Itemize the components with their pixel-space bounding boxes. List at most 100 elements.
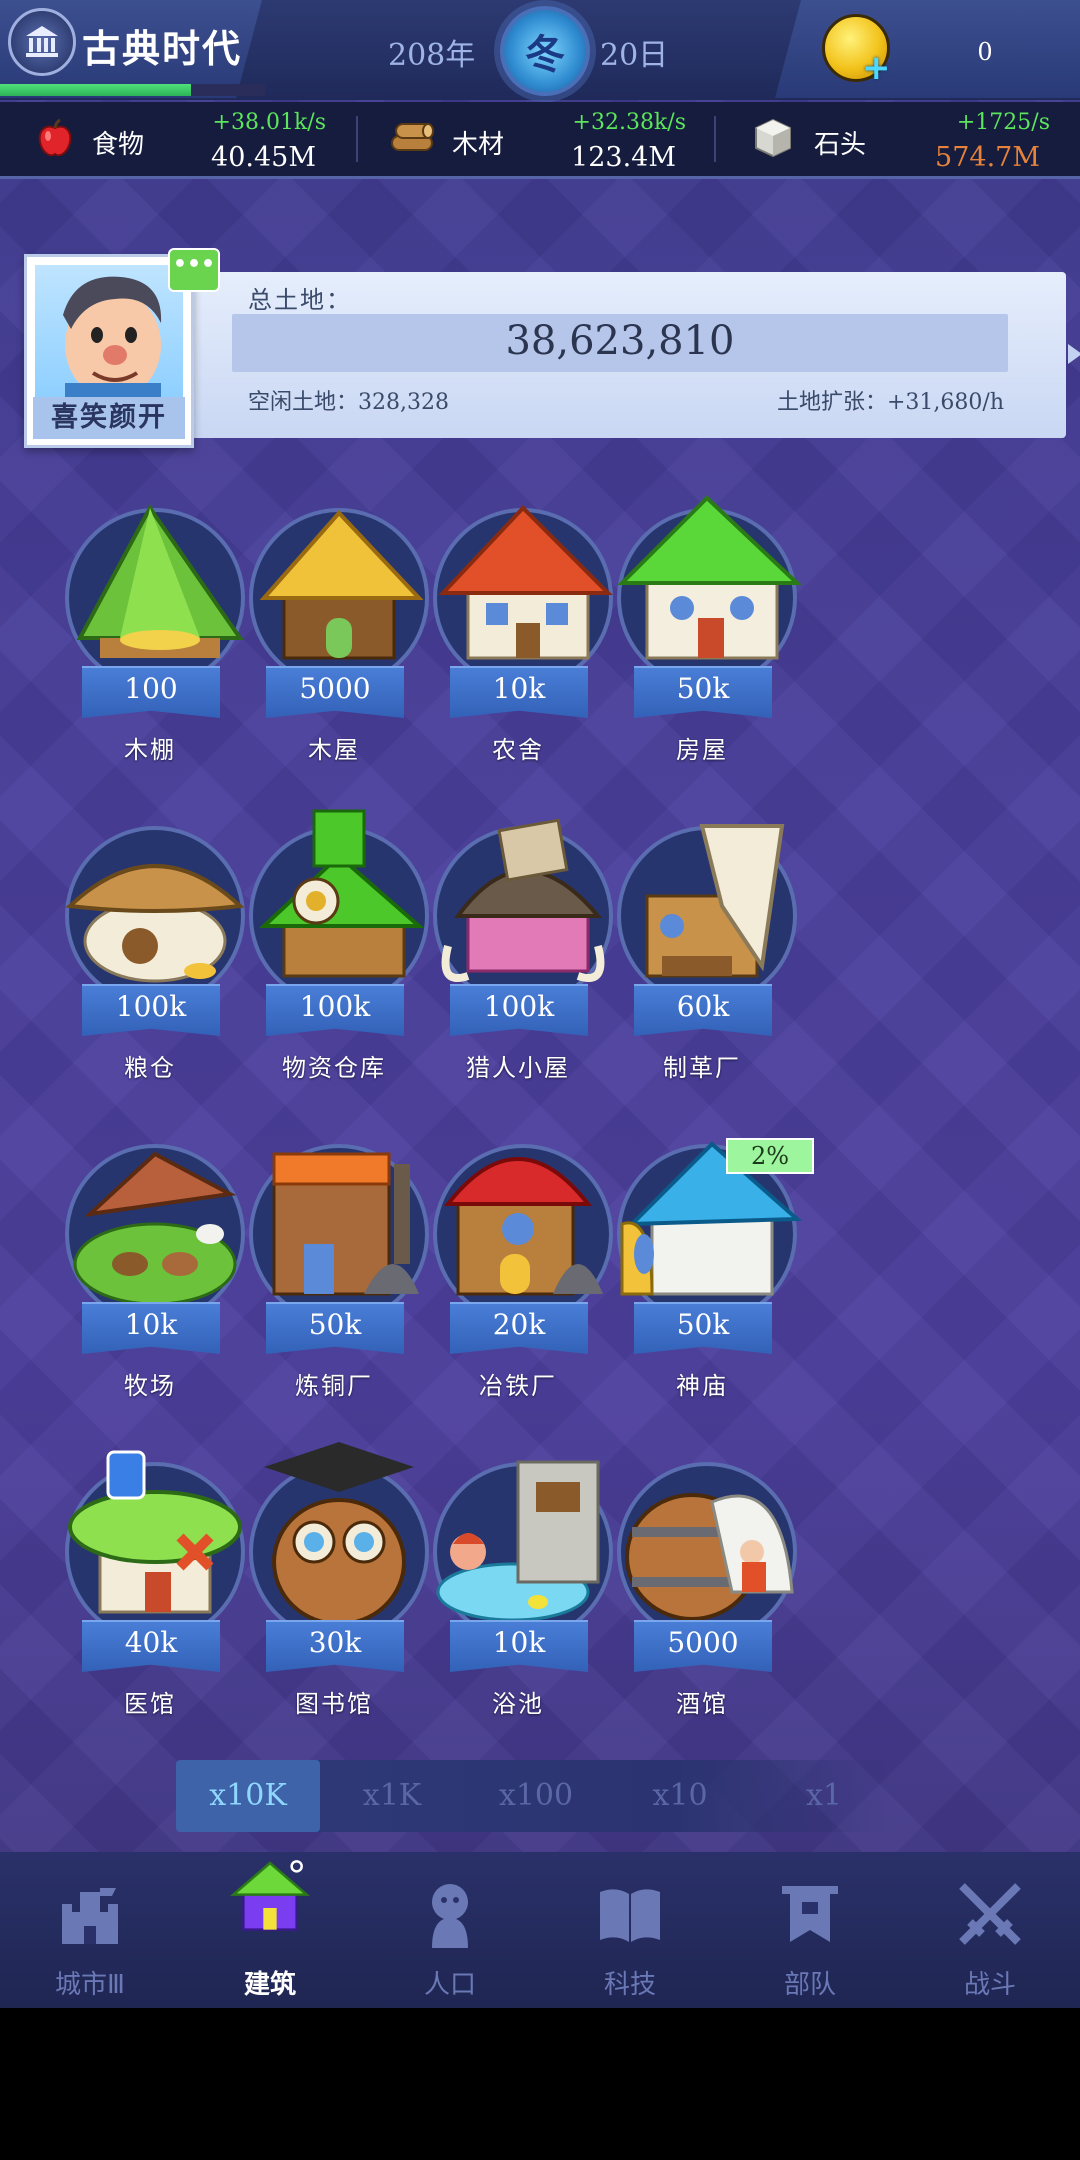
tavern-icon — [617, 1462, 797, 1642]
book-icon — [590, 1874, 670, 1954]
multiplier-option[interactable]: x10K — [176, 1760, 320, 1832]
person-icon — [410, 1874, 490, 1954]
building-cost-ribbon: 20k — [450, 1302, 588, 1354]
total-land-box: 38,623,810 — [232, 314, 1008, 372]
nav-tab-label: 战斗 — [963, 1970, 1016, 2000]
nav-tab[interactable]: 科技 — [540, 1852, 720, 2008]
year-label: 208年 — [388, 38, 476, 73]
crossed-swords-icon — [950, 1874, 1030, 1954]
nav-tab-label: 人口 — [423, 1970, 476, 2000]
food-rate: +38.01k/s — [212, 110, 326, 135]
era-progress-bar — [0, 84, 265, 96]
land-expansion-rate: 土地扩张：+31,680/h — [777, 390, 1004, 415]
chat-bubble-icon[interactable]: ••• — [168, 248, 220, 292]
building-house-icon — [230, 1858, 310, 1938]
nav-tab-label: 城市Ⅲ — [55, 1970, 125, 2000]
building-cost-ribbon: 10k — [450, 1620, 588, 1672]
ruler-portrait-icon — [35, 265, 183, 397]
total-land-label: 总土地： — [248, 286, 352, 314]
building-cost: 50k — [308, 1308, 362, 1341]
building-cost: 50k — [676, 1308, 730, 1341]
land-panel: 总土地： 38,623,810 空闲土地：328,328 土地扩张：+31,68… — [20, 248, 1080, 448]
building-name: 制革厂 — [663, 1054, 741, 1082]
building-cost: 30k — [308, 1626, 362, 1659]
tannery-icon — [617, 824, 797, 1006]
screen-bottom-bar — [0, 2008, 1080, 2160]
nav-tab[interactable]: 建筑 — [180, 1852, 360, 2008]
bottom-nav: 城市Ⅲ 建筑 人口 科技 部队 战斗 — [0, 1852, 1080, 2008]
stone-label: 石头 — [814, 130, 867, 160]
nav-tab-label: 科技 — [603, 1970, 656, 2000]
era-temple-icon[interactable] — [8, 8, 76, 76]
nav-tab[interactable]: 部队 — [720, 1852, 900, 2008]
building-card[interactable]: 5000 酒馆 — [582, 1442, 802, 1732]
building-name: 神庙 — [676, 1372, 728, 1400]
game-screen: 古典时代 208年 冬 20日 + 0 食物 +38.01k/s 40.45M — [0, 0, 1080, 2008]
wood-log-icon — [391, 123, 434, 151]
apple-icon — [38, 118, 72, 157]
building-cost: 100 — [124, 672, 178, 705]
multiplier-option[interactable]: x100 — [464, 1760, 608, 1832]
nav-tab[interactable]: 人口 — [360, 1852, 540, 2008]
building-cost: 5000 — [299, 672, 371, 705]
land-info-card: 总土地： 38,623,810 空闲土地：328,328 土地扩张：+31,68… — [170, 272, 1080, 438]
castle-icon — [50, 1874, 130, 1954]
ruler-mood-label: 喜笑颜开 — [33, 397, 185, 439]
resource-bar: 食物 +38.01k/s 40.45M 木材 +32.38k/s 123.4M … — [0, 102, 1080, 179]
building-cost-ribbon: 50k — [634, 666, 772, 718]
food-amount: 40.45M — [211, 142, 316, 173]
building-cost: 100k — [115, 990, 187, 1023]
stone-rate: +1725/s — [956, 110, 1050, 135]
era-progress-fill — [0, 84, 191, 96]
building-cost: 10k — [492, 1626, 546, 1659]
resource-divider — [714, 116, 716, 162]
building-cost-ribbon: 60k — [634, 984, 772, 1036]
season-badge[interactable]: 冬 — [500, 6, 590, 96]
multiplier-option[interactable]: x10 — [608, 1760, 752, 1832]
total-land-value: 38,623,810 — [505, 318, 735, 364]
resource-wood[interactable]: 木材 +32.38k/s 123.4M — [360, 102, 716, 176]
building-cost-ribbon: 10k — [450, 666, 588, 718]
building-cost-ribbon: 5000 — [266, 666, 404, 718]
building-cost: 5000 — [667, 1626, 739, 1659]
building-cost: 20k — [492, 1308, 546, 1341]
food-label: 食物 — [92, 130, 145, 160]
building-cost: 60k — [676, 990, 730, 1023]
coin-panel — [775, 0, 1080, 98]
building-card[interactable]: 60k 制革厂 — [582, 806, 802, 1096]
resource-stone[interactable]: 石头 +1725/s 574.7M — [718, 102, 1080, 176]
building-cost: 10k — [124, 1308, 178, 1341]
wood-rate: +32.38k/s — [572, 110, 686, 135]
building-cost-ribbon: 40k — [82, 1620, 220, 1672]
wood-amount: 123.4M — [571, 142, 676, 173]
building-cost-ribbon: 100k — [82, 984, 220, 1036]
building-name: 酒馆 — [676, 1690, 728, 1718]
building-cost-ribbon: 50k — [634, 1302, 772, 1354]
add-coins-icon[interactable]: + — [862, 48, 891, 88]
house-icon — [617, 495, 802, 688]
banner-icon — [770, 1874, 850, 1954]
free-land-value: 空闲土地：328,328 — [248, 390, 449, 415]
building-cost: 50k — [676, 672, 730, 705]
nav-tab[interactable]: 战斗 — [900, 1852, 1080, 2008]
building-cost: 40k — [124, 1626, 178, 1659]
building-cost-ribbon: 50k — [266, 1302, 404, 1354]
building-cost: 100k — [483, 990, 555, 1023]
multiplier-option[interactable]: x1K — [320, 1760, 464, 1832]
quantity-multiplier-bar: x10K x1K x100 x10 x1 — [176, 1760, 892, 1832]
nav-tab[interactable]: 城市Ⅲ — [0, 1852, 180, 2008]
building-card[interactable]: 50k 房屋 — [582, 488, 802, 778]
resource-divider — [356, 116, 358, 162]
resource-food[interactable]: 食物 +38.01k/s 40.45M — [0, 102, 356, 176]
building-cost: 10k — [492, 672, 546, 705]
stone-amount: 574.7M — [935, 142, 1040, 173]
top-bar: 古典时代 208年 冬 20日 + 0 — [0, 0, 1080, 100]
wood-label: 木材 — [452, 130, 505, 160]
nav-tab-label: 建筑 — [243, 1970, 296, 2000]
stone-block-icon — [755, 118, 791, 158]
multiplier-option[interactable]: x1 — [752, 1760, 896, 1832]
building-cost-ribbon: 5000 — [634, 1620, 772, 1672]
building-name: 房屋 — [676, 736, 728, 764]
day-label: 20日 — [600, 38, 669, 73]
coin-count: 0 — [977, 38, 993, 66]
